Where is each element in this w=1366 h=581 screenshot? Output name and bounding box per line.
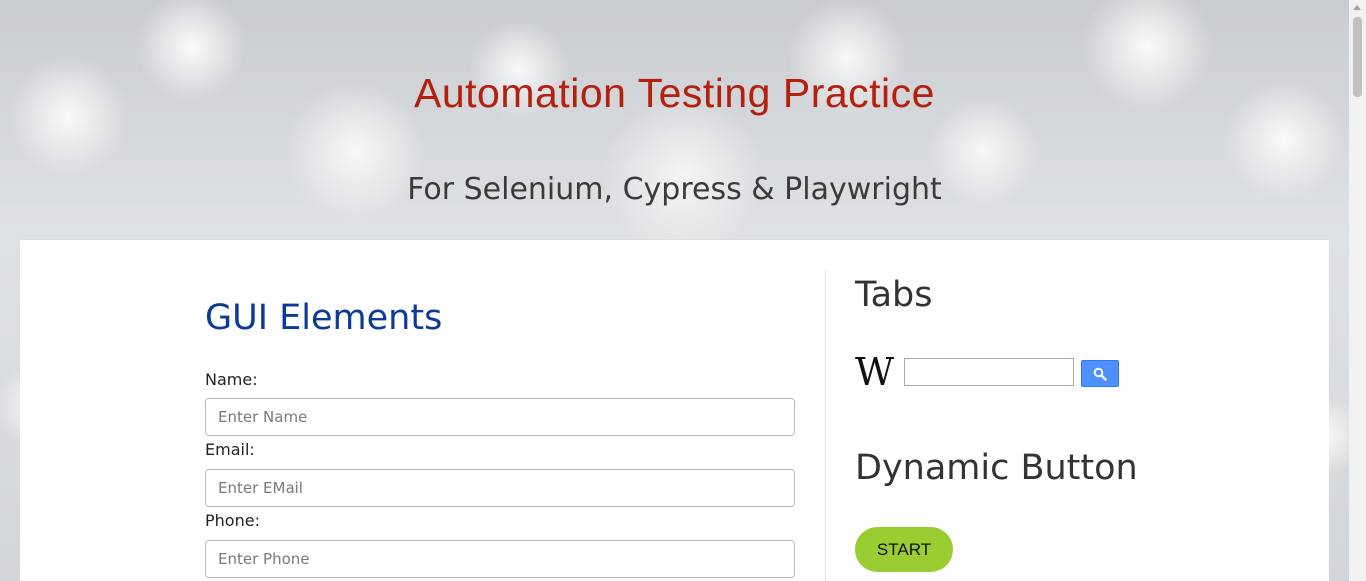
start-button[interactable]: START (855, 527, 953, 572)
scroll-up-arrow-icon[interactable] (1353, 5, 1361, 10)
wikipedia-search-button[interactable] (1081, 360, 1119, 387)
gui-elements-heading: GUI Elements (205, 298, 443, 338)
name-input[interactable] (205, 398, 795, 436)
vertical-scrollbar[interactable] (1349, 0, 1366, 581)
wikipedia-icon: W (855, 350, 895, 394)
phone-label: Phone: (205, 511, 260, 530)
tabs-heading: Tabs (855, 275, 933, 315)
email-input[interactable] (205, 469, 795, 507)
site-subtitle: For Selenium, Cypress & Playwright (407, 172, 942, 207)
phone-input[interactable] (205, 540, 795, 578)
column-divider (825, 270, 826, 581)
scrollbar-thumb[interactable] (1353, 17, 1362, 97)
dynamic-button-heading: Dynamic Button (855, 448, 1138, 488)
site-title: Automation Testing Practice (414, 70, 935, 116)
main-content: GUI Elements Name: Email: Phone: Tabs W … (20, 239, 1329, 581)
page-header: Automation Testing Practice For Selenium… (0, 0, 1349, 240)
search-icon (1093, 367, 1107, 381)
email-label: Email: (205, 440, 255, 459)
wikipedia-search-input[interactable] (904, 358, 1074, 386)
name-label: Name: (205, 370, 258, 389)
